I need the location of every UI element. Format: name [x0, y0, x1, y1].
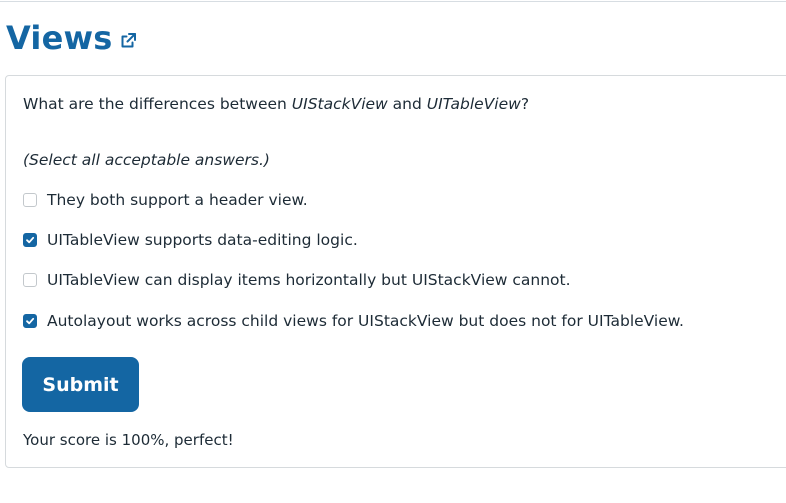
top-divider: [0, 1, 786, 2]
score-text: Your score is 100%, perfect!: [23, 431, 234, 449]
checkmark-icon: [26, 236, 35, 244]
external-link-icon[interactable]: [120, 32, 137, 49]
question-prefix: What are the differences between: [23, 95, 292, 113]
answer-option-4[interactable]: Autolayout works across child views for …: [23, 311, 684, 331]
checkbox[interactable]: [23, 273, 37, 287]
question-suffix: ?: [520, 95, 530, 113]
answer-option-2[interactable]: UITableView supports data-editing logic.: [23, 230, 358, 250]
answer-option-label: Autolayout works across child views for …: [47, 312, 684, 330]
submit-button[interactable]: Submit: [22, 357, 139, 412]
question-text: What are the differences between UIStack…: [23, 94, 529, 114]
checkmark-icon: [26, 317, 35, 325]
question-term-stackview: UIStackView: [291, 95, 388, 113]
answer-option-label: UITableView can display items horizontal…: [47, 271, 571, 289]
checkbox[interactable]: [23, 193, 37, 207]
question-term-tableview: UITableView: [426, 95, 521, 113]
checkbox[interactable]: [23, 314, 37, 328]
question-middle: and: [387, 95, 427, 113]
section-header: Views: [6, 16, 137, 60]
answer-option-label: They both support a header view.: [47, 191, 308, 209]
answer-option-3[interactable]: UITableView can display items horizontal…: [23, 270, 571, 290]
page-title: Views: [6, 19, 113, 57]
quiz-card: What are the differences between UIStack…: [5, 75, 786, 468]
instructions-text: (Select all acceptable answers.): [23, 151, 270, 169]
answer-option-label: UITableView supports data-editing logic.: [47, 231, 358, 249]
checkbox[interactable]: [23, 233, 37, 247]
answer-option-1[interactable]: They both support a header view.: [23, 190, 308, 210]
